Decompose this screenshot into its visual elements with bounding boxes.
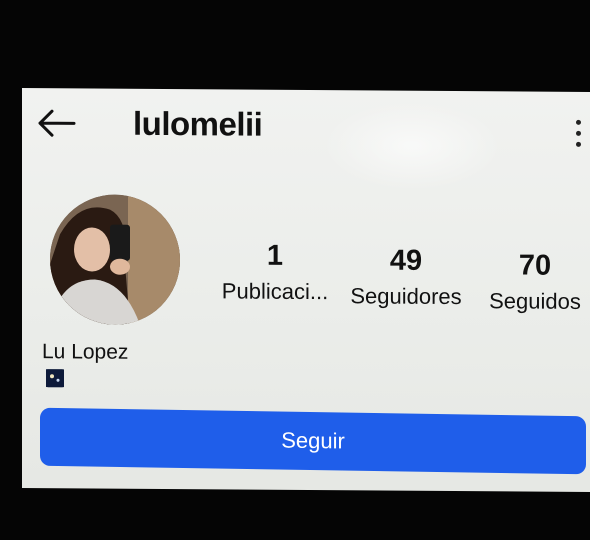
back-button[interactable] [36, 106, 76, 140]
screen-glare [322, 100, 502, 192]
arrow-left-icon [38, 109, 76, 137]
profile-photo [50, 194, 180, 326]
more-vertical-icon [575, 119, 581, 125]
flag-badge-icon [46, 369, 64, 388]
avatar[interactable] [50, 194, 180, 326]
more-vertical-icon-dot [575, 141, 581, 147]
profile-screen: lulomelii 1 Publicaci... 49 Seguidores 7… [22, 88, 590, 492]
following-stat[interactable]: 70 Seguidos [480, 249, 590, 315]
profile-username: lulomelii [133, 104, 263, 143]
more-vertical-icon-dot [575, 130, 581, 136]
followers-stat[interactable]: 49 Seguidores [340, 244, 472, 310]
posts-count: 1 [266, 239, 284, 272]
follow-button[interactable]: Seguir [40, 407, 586, 475]
following-count: 70 [518, 249, 552, 282]
posts-stat[interactable]: 1 Publicaci... [214, 239, 336, 305]
more-options-button[interactable] [572, 119, 584, 156]
following-label: Seguidos [489, 288, 581, 314]
display-name: Lu Lopez [42, 340, 129, 364]
followers-count: 49 [389, 244, 423, 277]
followers-label: Seguidores [350, 283, 462, 310]
posts-label: Publicaci... [221, 278, 329, 305]
